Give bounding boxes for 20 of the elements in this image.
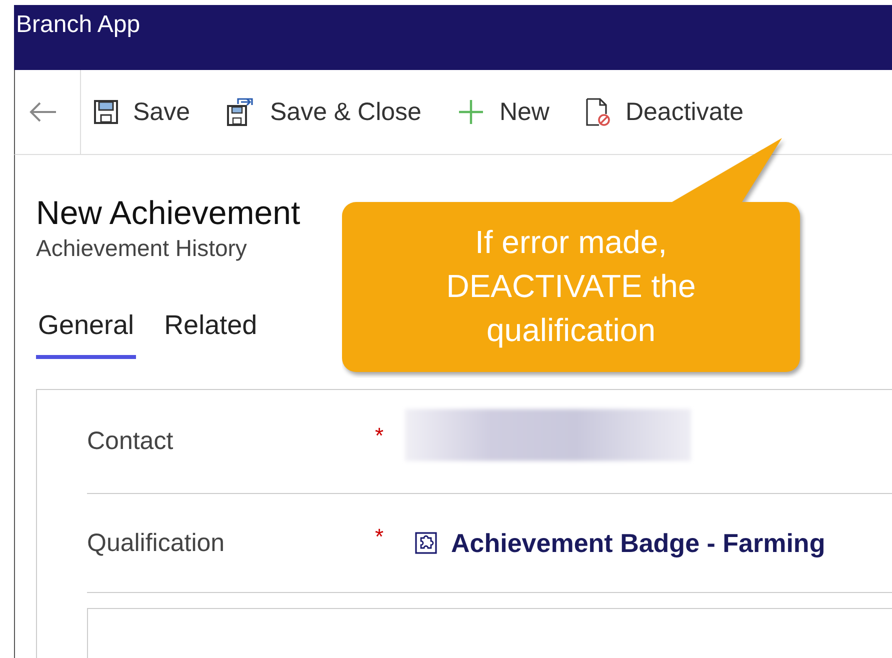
lookup-link[interactable]: Achievement Badge - Farming [451,528,826,558]
tab[interactable]: General [36,310,136,359]
plus-icon [457,98,486,126]
floppy-disk-arrow-icon [226,97,256,127]
app-title: Branch App [16,10,140,38]
puzzle-icon [415,532,437,554]
field-label: Contact [87,427,174,456]
back-arrow-icon [28,101,58,123]
command-button[interactable]: Deactivate [573,97,756,127]
entity-name: Achievement History [36,235,247,262]
command-button[interactable]: Save & Close [214,97,434,127]
field-label: Qualification [87,528,226,558]
tab[interactable]: Related [162,310,260,359]
command-button[interactable]: New [445,98,562,126]
record-title: New Achievement [36,193,300,233]
callout-text: If error made, DEACTIVATE the qualification [445,223,697,350]
command-button[interactable]: Save [81,98,202,126]
required-asterisk-icon: * [375,524,405,550]
required-asterisk-icon: * [375,422,405,448]
document-blocked-icon [585,97,612,127]
